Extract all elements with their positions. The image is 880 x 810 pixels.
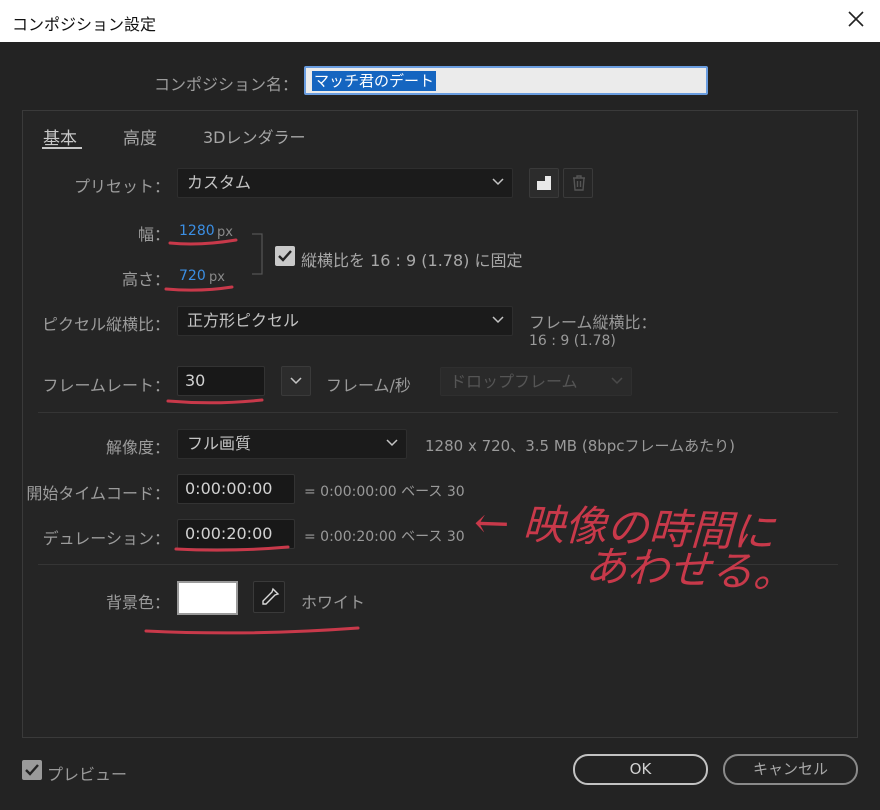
close-icon[interactable] xyxy=(846,9,866,29)
height-label: 高さ： xyxy=(121,270,170,289)
chevron-down-icon xyxy=(492,316,504,324)
ok-button[interactable]: OK xyxy=(573,754,708,785)
start-timecode-input[interactable]: 0:00:00:00 xyxy=(177,474,295,504)
duration-value: 0:00:20:00 xyxy=(185,524,273,543)
frame-rate-input[interactable]: 30 xyxy=(177,366,265,396)
comp-name-label: コンポジション名： xyxy=(153,75,298,94)
frame-rate-label: フレームレート： xyxy=(42,376,170,395)
preset-label: プリセット： xyxy=(73,177,170,196)
height-value[interactable]: 720 xyxy=(179,268,206,284)
eyedropper-icon xyxy=(262,587,280,605)
save-preset-icon xyxy=(537,176,551,190)
chevron-down-icon xyxy=(290,377,302,385)
aspect-lock-checkbox[interactable] xyxy=(275,246,295,266)
annotation-line2: あわせる。 xyxy=(584,541,796,598)
preset-value: カスタム xyxy=(187,173,252,192)
cancel-button[interactable]: キャンセル xyxy=(723,754,858,785)
pixel-aspect-label: ピクセル縦横比： xyxy=(41,315,170,334)
frame-aspect-value: 16 : 9 (1.78) xyxy=(529,333,616,349)
preview-checkbox[interactable] xyxy=(22,760,42,780)
tab-basic[interactable]: 基本 xyxy=(43,124,77,149)
pixel-aspect-value: 正方形ピクセル xyxy=(187,311,300,330)
trash-icon xyxy=(573,175,585,191)
width-unit: px xyxy=(217,225,233,240)
preset-select[interactable]: カスタム xyxy=(177,168,513,198)
aspect-lock-label: 縦横比を 16 : 9 (1.78) に固定 xyxy=(301,251,523,270)
eyedropper-button[interactable] xyxy=(253,581,285,613)
preview-label: プレビュー xyxy=(47,765,128,784)
chevron-down-icon xyxy=(386,439,398,447)
background-color-label: 背景色： xyxy=(105,593,170,612)
save-preset-button[interactable] xyxy=(529,168,559,198)
background-color-swatch[interactable] xyxy=(177,581,238,615)
tab-advanced[interactable]: 高度 xyxy=(123,124,157,149)
drop-frame-select: ドロップフレーム xyxy=(440,367,632,396)
check-icon xyxy=(278,250,292,262)
frame-aspect-label: フレーム縦横比： xyxy=(529,313,657,332)
resolution-label: 解像度： xyxy=(105,438,170,457)
duration-input[interactable]: 0:00:20:00 xyxy=(177,519,295,549)
chevron-down-icon xyxy=(492,178,504,186)
title-bar: コンポジション設定 xyxy=(0,0,880,42)
width-label: 幅： xyxy=(137,225,170,244)
window-title: コンポジション設定 xyxy=(12,15,157,34)
start-timecode-info: = 0:00:00:00 ベース 30 xyxy=(304,484,465,500)
resolution-select[interactable]: フル画質 xyxy=(177,429,407,459)
settings-panel xyxy=(22,110,858,738)
height-unit: px xyxy=(209,270,225,285)
comp-name-input[interactable]: マッチ君のデート xyxy=(304,66,708,95)
divider xyxy=(38,412,838,413)
background-color-name: ホワイト xyxy=(301,593,366,612)
frame-rate-unit: フレーム/秒 xyxy=(326,376,411,395)
comp-name-value: マッチ君のデート xyxy=(312,71,437,91)
check-icon xyxy=(25,764,39,776)
chevron-down-icon xyxy=(611,377,623,385)
frame-rate-value: 30 xyxy=(185,371,206,390)
start-timecode-value: 0:00:00:00 xyxy=(185,479,273,498)
duration-label: デュレーション： xyxy=(42,529,170,548)
duration-info: = 0:00:20:00 ベース 30 xyxy=(304,529,465,545)
link-bracket xyxy=(252,233,263,275)
drop-frame-value: ドロップフレーム xyxy=(450,372,578,391)
resolution-value: フル画質 xyxy=(187,434,252,453)
frame-rate-dropdown-button[interactable] xyxy=(281,366,311,396)
start-timecode-label: 開始タイムコード： xyxy=(26,484,170,503)
resolution-info: 1280 x 720、3.5 MB (8bpcフレームあたり) xyxy=(425,437,735,455)
tab-active-indicator xyxy=(42,147,82,149)
width-value[interactable]: 1280 xyxy=(179,223,215,239)
delete-preset-button[interactable] xyxy=(563,168,593,198)
pixel-aspect-select[interactable]: 正方形ピクセル xyxy=(177,306,513,336)
tab-3d-renderer[interactable]: 3Dレンダラー xyxy=(203,124,306,148)
